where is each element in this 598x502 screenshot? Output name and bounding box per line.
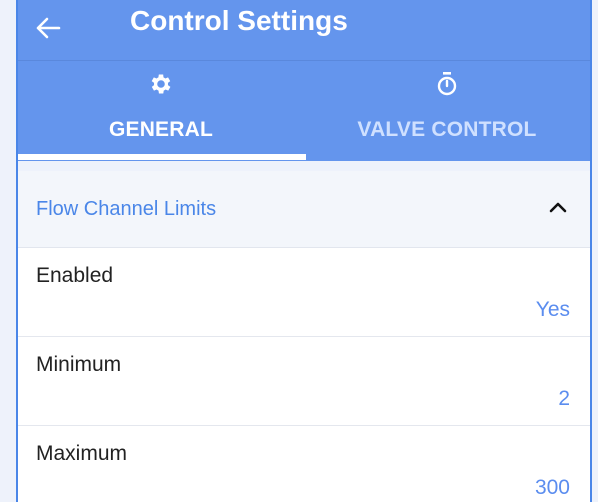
tab-general[interactable]: GENERAL [18,60,306,160]
setting-row-maximum[interactable]: Maximum 300 [18,426,590,502]
section-header-flow-channel-limits[interactable]: Flow Channel Limits [18,171,590,248]
app-bar: Control Settings GENERAL VALVE CONTROL [18,0,590,160]
setting-label: Enabled [36,264,114,287]
setting-row-minimum[interactable]: Minimum 2 [18,337,590,426]
setting-value: 2 [558,387,570,410]
stopwatch-icon [436,70,458,98]
setting-label: Maximum [36,442,128,465]
gear-icon [148,70,174,98]
page-title: Control Settings [130,5,348,36]
toolbar: Control Settings [18,0,590,61]
arrow-left-icon [35,17,61,44]
divider [18,160,590,171]
tab-valve-control-label: VALVE CONTROL [357,118,537,141]
chevron-up-icon[interactable] [548,200,568,219]
setting-row-enabled[interactable]: Enabled Yes [18,248,590,337]
tab-valve-control[interactable]: VALVE CONTROL [304,60,590,160]
active-tab-indicator [18,154,306,160]
setting-value: Yes [535,298,570,321]
tab-general-label: GENERAL [108,118,214,141]
setting-value: 300 [534,476,570,499]
section-title: Flow Channel Limits [36,197,217,220]
tab-bar: GENERAL VALVE CONTROL [18,60,590,160]
back-button[interactable] [18,0,78,60]
setting-label: Minimum [36,353,122,376]
screen: Control Settings GENERAL VALVE CONTROL F… [16,0,592,502]
